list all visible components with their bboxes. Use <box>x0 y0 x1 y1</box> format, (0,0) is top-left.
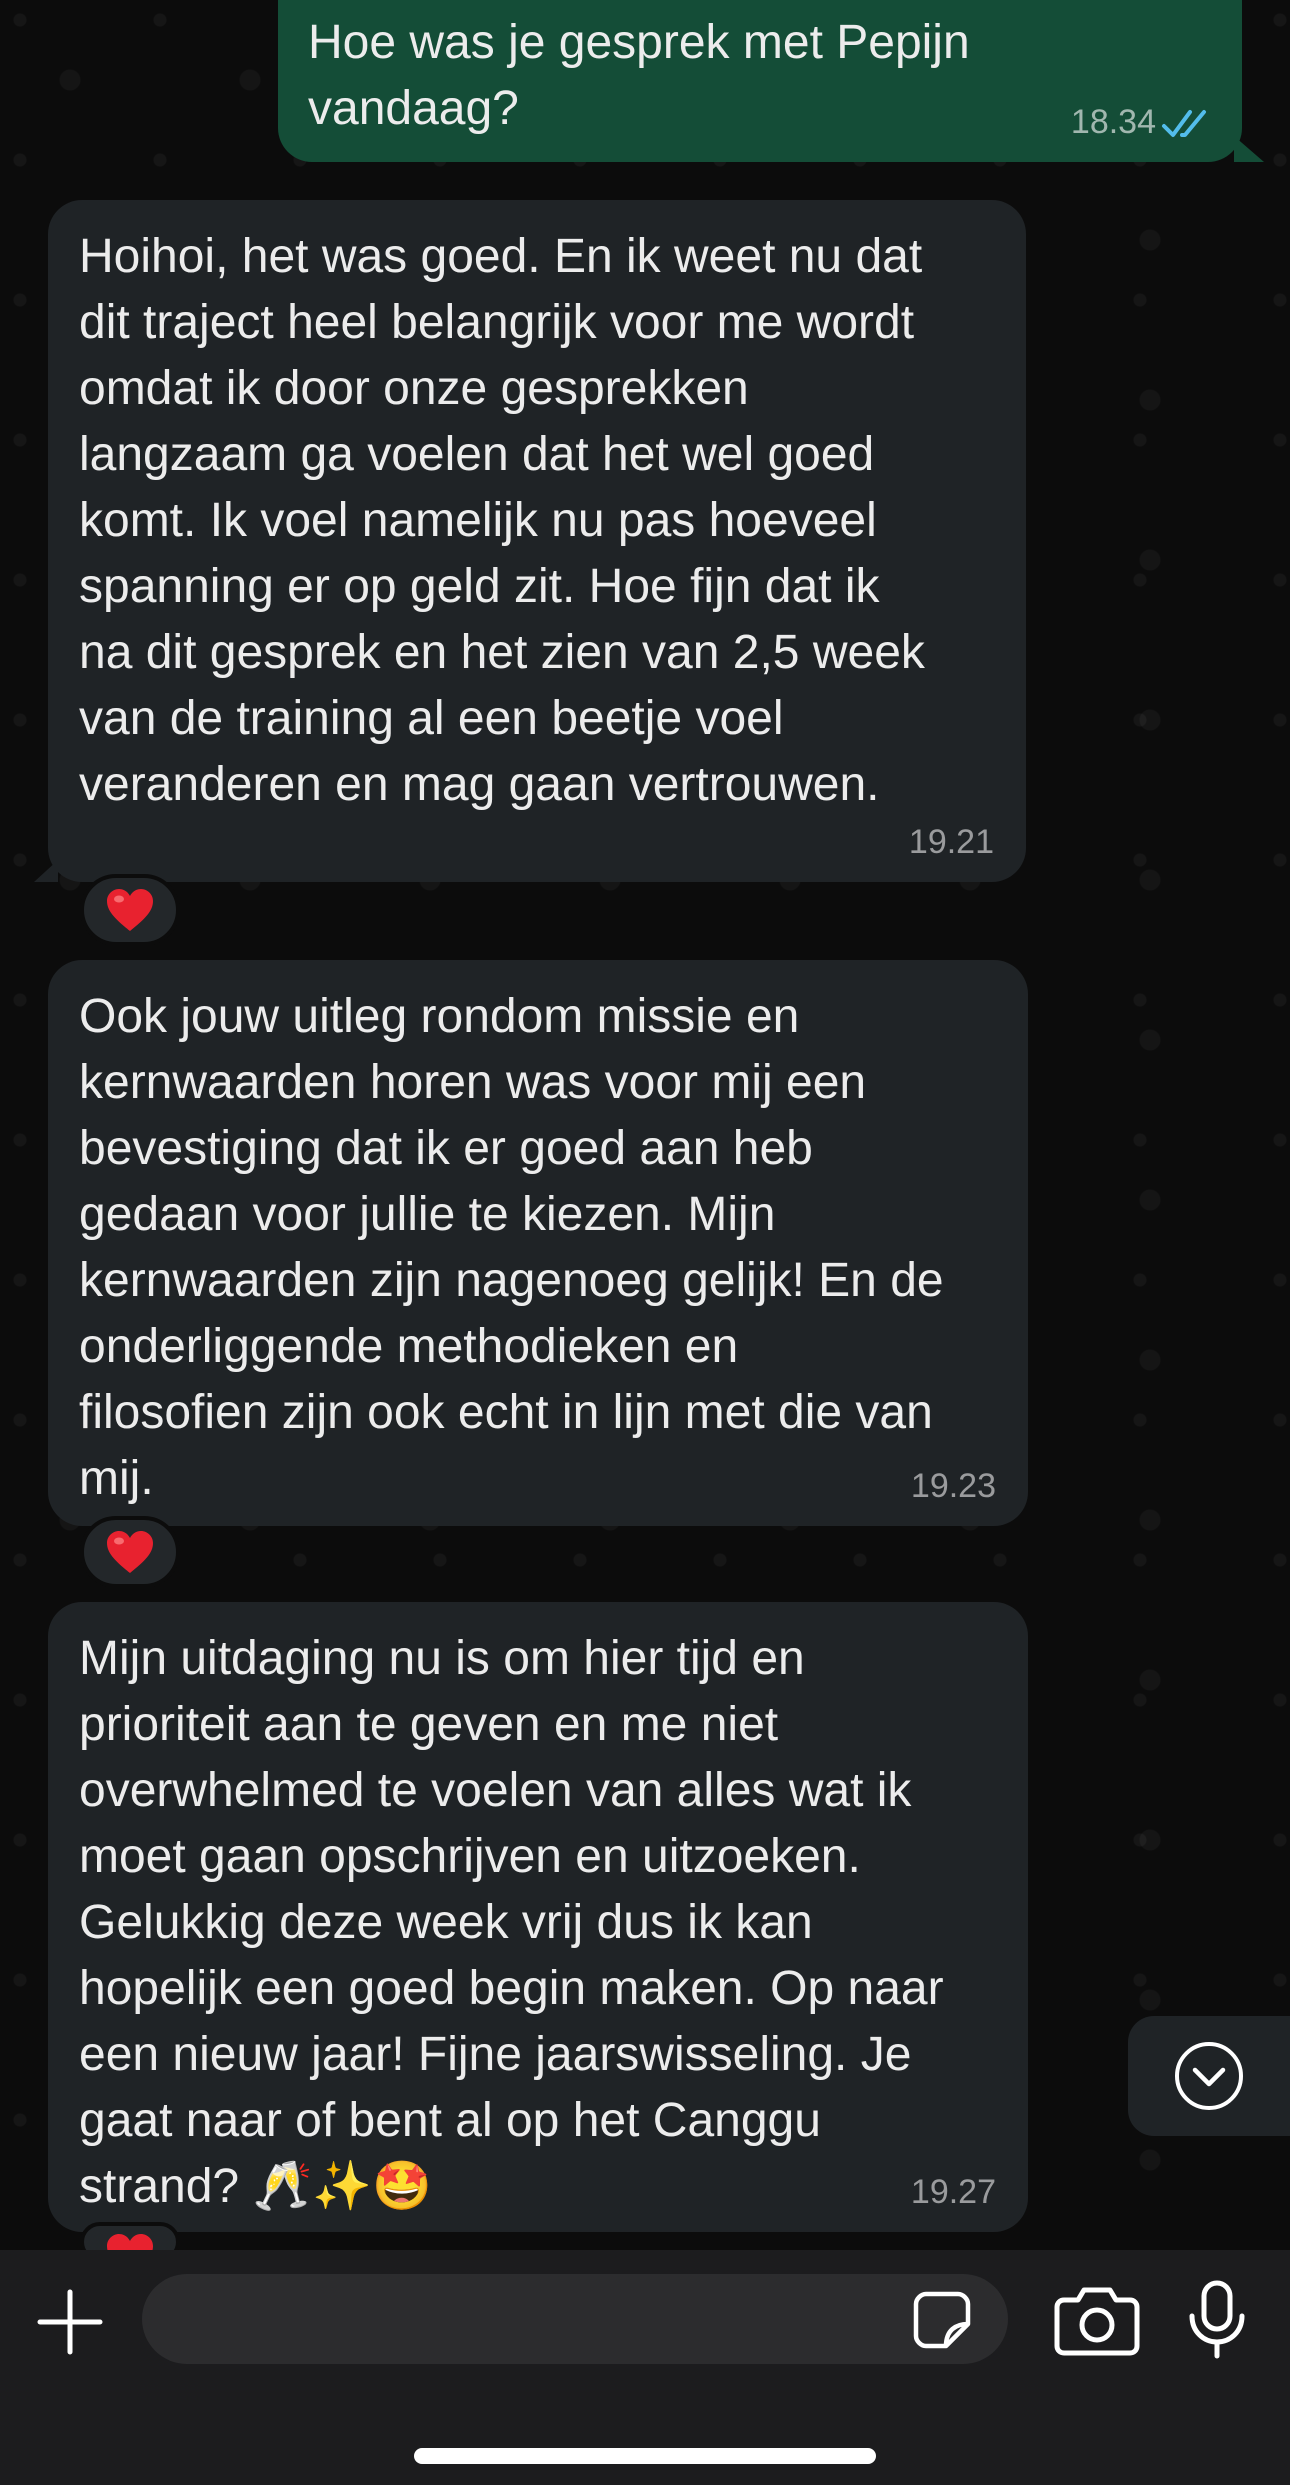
reaction-badge[interactable] <box>80 1516 180 1588</box>
message-text: Hoihoi, het was goed. En ik weet nu dat … <box>79 230 925 811</box>
scroll-to-bottom-button[interactable] <box>1128 2016 1290 2136</box>
home-indicator[interactable] <box>414 2448 876 2464</box>
heart-icon <box>107 1531 153 1573</box>
camera-icon[interactable] <box>1054 2282 1140 2356</box>
incoming-message[interactable]: Mijn uitdaging nu is om hier tijd en pri… <box>48 1602 1028 2232</box>
message-time: 19.23 <box>910 1467 996 1505</box>
composer-bar <box>0 2250 1290 2485</box>
chevron-down-icon <box>1175 2042 1243 2110</box>
reaction-badge[interactable] <box>80 874 180 946</box>
bubble-tail <box>34 860 58 882</box>
message-input[interactable] <box>142 2274 1008 2364</box>
chat-area[interactable]: Hoe was je gesprek met Pepijn vandaag? 1… <box>0 0 1290 2262</box>
message-time: 18.34 <box>1070 103 1156 141</box>
bubble-tail <box>1234 136 1264 162</box>
incoming-message[interactable]: Hoihoi, het was goed. En ik weet nu dat … <box>34 200 1026 882</box>
microphone-icon[interactable] <box>1184 2280 1250 2360</box>
outgoing-message[interactable]: Hoe was je gesprek met Pepijn vandaag? 1… <box>278 0 1264 162</box>
message-text: Mijn uitdaging nu is om hier tijd en pri… <box>79 1632 944 2213</box>
sticker-icon[interactable] <box>912 2290 972 2350</box>
message-time: 19.21 <box>908 823 994 861</box>
heart-icon <box>107 889 153 931</box>
plus-icon[interactable] <box>36 2288 104 2356</box>
read-receipt-icon <box>1162 110 1206 137</box>
incoming-message[interactable]: Ook jouw uitleg rondom missie en kernwaa… <box>48 960 1028 1526</box>
message-time: 19.27 <box>910 2173 996 2211</box>
message-text: Ook jouw uitleg rondom missie en kernwaa… <box>79 990 944 1505</box>
